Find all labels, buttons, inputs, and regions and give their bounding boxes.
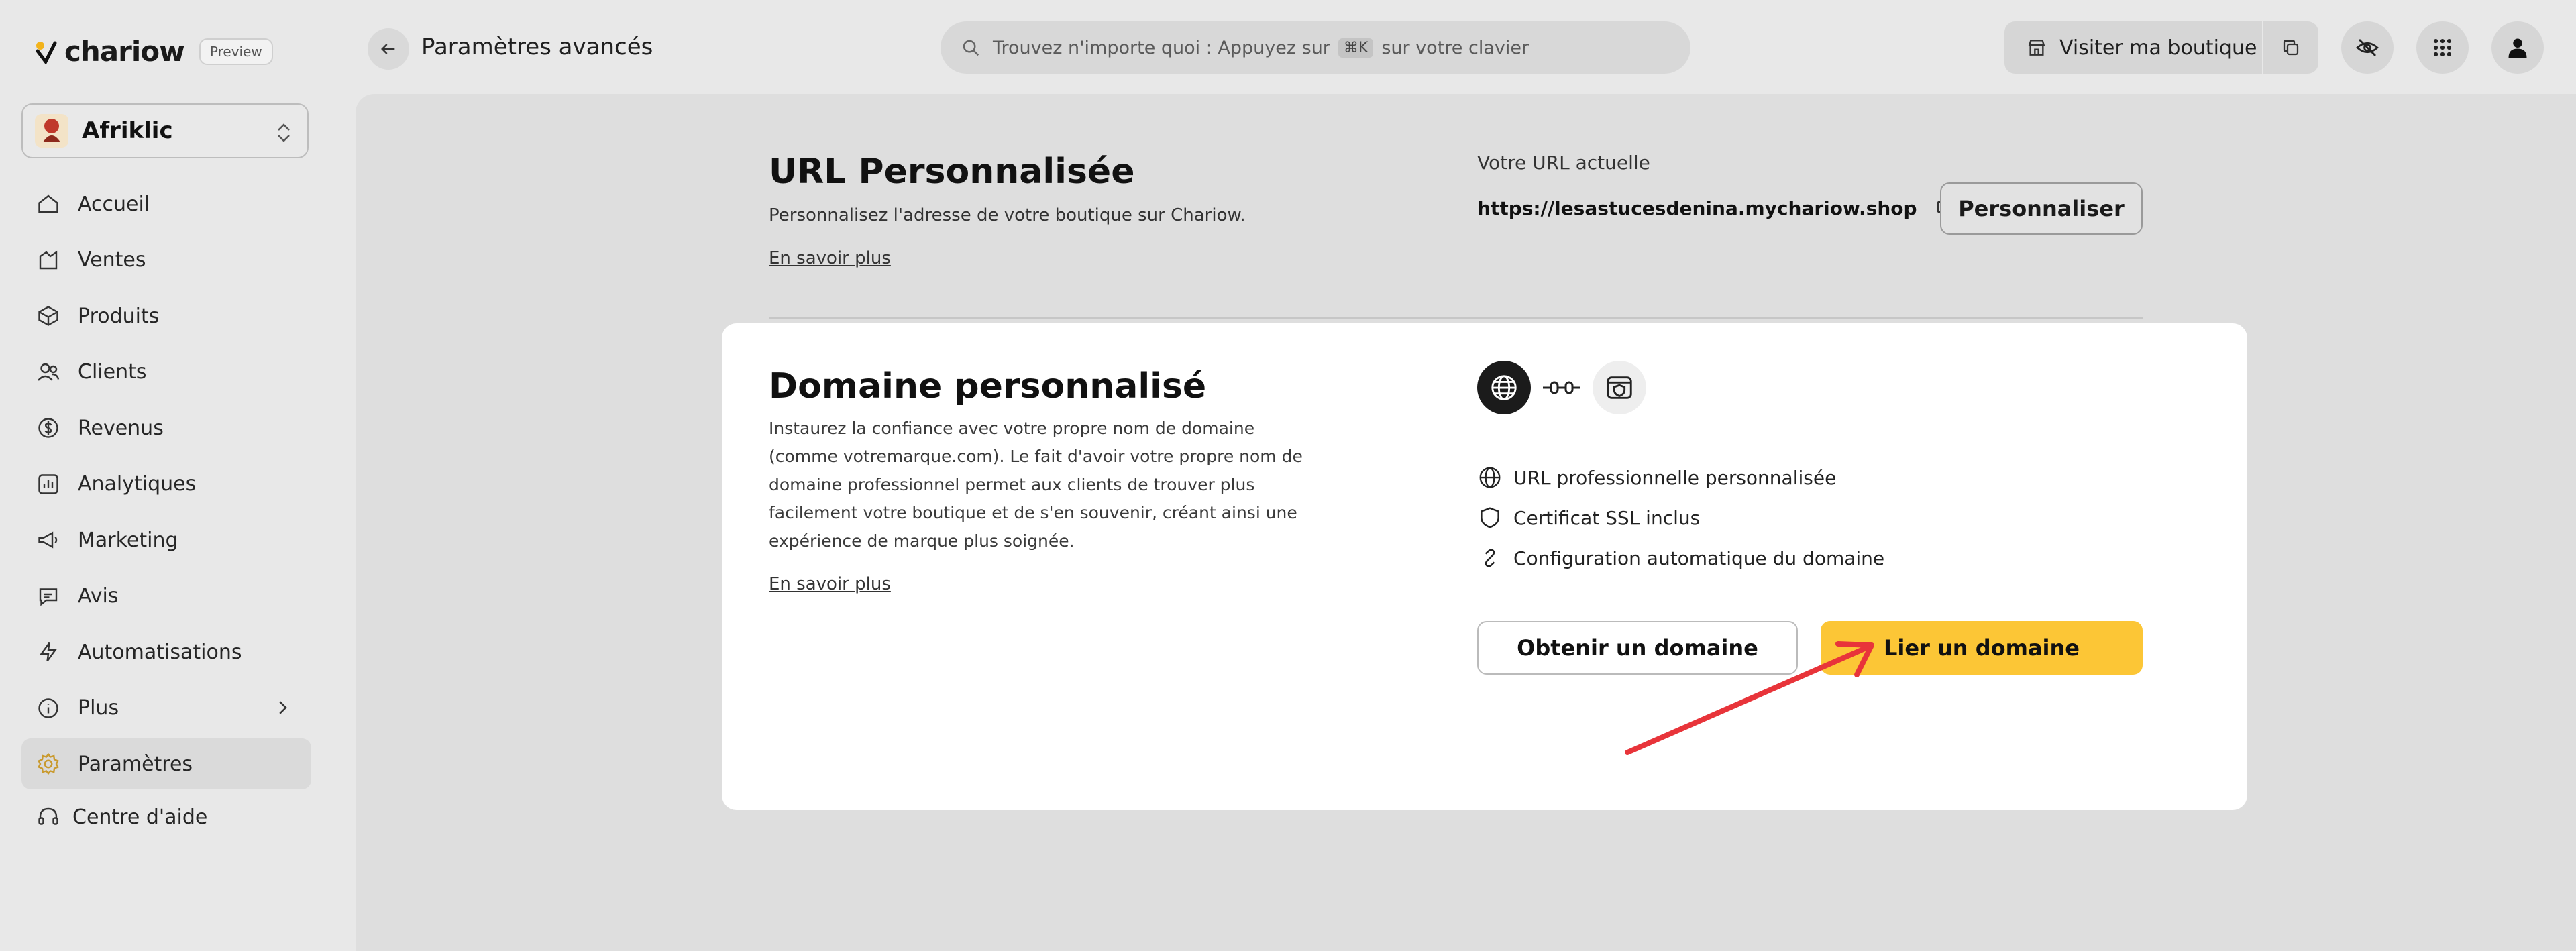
help-center-label: Centre d'aide — [72, 805, 208, 829]
link-icon — [1485, 549, 1495, 567]
current-url-value: https://lesastucesdenina.mychariow.shop — [1477, 197, 1917, 219]
connector — [1536, 361, 1587, 414]
users-icon — [38, 363, 60, 381]
chariow-logo-icon — [36, 41, 57, 65]
shield-icon — [1481, 507, 1499, 528]
eye-off-icon — [2355, 39, 2379, 56]
sidebar-item-label: Accueil — [78, 192, 150, 216]
arrow-left-icon — [381, 44, 395, 54]
user-icon — [2508, 38, 2527, 58]
chevron-right-icon — [279, 700, 287, 714]
search-placeholder-suffix: sur votre clavier — [1381, 37, 1529, 58]
apps-menu-button[interactable] — [2416, 21, 2469, 74]
sidebar-item-plus[interactable]: Plus — [21, 683, 311, 734]
sidebar-item-avis[interactable]: Avis — [21, 571, 311, 622]
search-icon — [963, 40, 979, 56]
megaphone-icon — [38, 531, 58, 549]
storefront-icon — [2028, 40, 2045, 56]
copy-store-link-button[interactable] — [2263, 21, 2318, 74]
sidebar-item-label: Produits — [78, 304, 160, 328]
search-placeholder: Trouvez n'importe quoi : Appuyez sur — [993, 37, 1330, 58]
sidebar-item-label: Avis — [78, 584, 119, 608]
help-center-link[interactable]: Centre d'aide — [36, 805, 207, 829]
bolt-icon — [40, 642, 57, 662]
store-avatar — [35, 114, 68, 148]
browser-shield-icon — [1607, 376, 1632, 399]
sidebar-item-clients[interactable]: Clients — [21, 347, 311, 398]
feature-label: URL professionnelle personnalisée — [1513, 466, 1837, 489]
custom-domain-title: Domaine personnalisé — [769, 366, 1207, 406]
customize-url-button[interactable]: Personnaliser — [1940, 182, 2143, 235]
feature-item: Certificat SSL inclus — [1477, 498, 1884, 538]
feature-item: URL professionnelle personnalisée — [1477, 457, 1884, 498]
chart-icon — [38, 473, 58, 494]
sidebar-item-produits[interactable]: Produits — [21, 290, 311, 341]
search-input[interactable]: Trouvez n'importe quoi : Appuyez sur ⌘K … — [941, 21, 1690, 74]
sidebar-item-label: Marketing — [78, 528, 178, 552]
sidebar-item-label: Revenus — [78, 416, 164, 440]
gear-icon — [38, 752, 59, 775]
dollar-icon — [38, 418, 58, 438]
custom-domain-description: Instaurez la confiance avec votre propre… — [769, 418, 1303, 551]
sidebar-item-automatisations[interactable]: Automatisations — [21, 626, 311, 677]
sidebar-item-label: Paramètres — [78, 752, 193, 776]
visit-store-button[interactable]: Visiter ma boutique — [2004, 21, 2262, 74]
sales-icon — [39, 250, 58, 269]
sidebar-item-label: Automatisations — [78, 640, 242, 664]
current-url-label: Votre URL actuelle — [1477, 152, 1650, 174]
grid-icon — [2433, 38, 2452, 57]
annotation-arrow — [1625, 641, 1874, 755]
sidebar-item-label: Analytiques — [78, 472, 197, 496]
sidebar-item-accueil[interactable]: Accueil — [21, 178, 311, 229]
sidebar-item-ventes[interactable]: Ventes — [21, 235, 311, 286]
sidebar-item-revenus[interactable]: Revenus — [21, 402, 311, 453]
globe-icon — [1479, 467, 1501, 488]
chevron-updown-icon — [278, 123, 290, 142]
sidebar-nav: Accueil Ventes Produits Clients Revenus … — [21, 178, 311, 795]
page-title: Paramètres avancés — [421, 34, 653, 60]
feature-label: Certificat SSL inclus — [1513, 506, 1701, 529]
feature-label: Configuration automatique du domaine — [1513, 547, 1885, 569]
toggle-visibility-button[interactable] — [2341, 21, 2394, 74]
sidebar-item-analytiques[interactable]: Analytiques — [21, 459, 311, 510]
sidebar-item-label: Clients — [78, 360, 147, 384]
store-selector[interactable]: Afriklic — [21, 103, 309, 158]
box-icon — [38, 306, 58, 326]
sidebar-item-label: Plus — [78, 696, 119, 720]
custom-url-description: Personnalisez l'adresse de votre boutiqu… — [769, 205, 1246, 225]
globe-badge — [1477, 361, 1531, 414]
sidebar-item-label: Ventes — [78, 248, 146, 272]
home-icon — [38, 194, 58, 213]
current-url-row: https://lesastucesdenina.mychariow.shop — [1477, 197, 1955, 219]
preview-badge: Preview — [199, 38, 273, 65]
shortcut-badge: ⌘K — [1338, 38, 1374, 58]
back-button[interactable] — [368, 28, 409, 70]
domain-features-list: URL professionnelle personnalisée Certif… — [1477, 457, 1884, 578]
custom-url-learn-more-link[interactable]: En savoir plus — [769, 248, 891, 268]
domain-illustration — [1477, 361, 1646, 414]
sidebar: chariow Preview Afriklic Accueil Ventes … — [0, 0, 356, 951]
sidebar-item-parametres[interactable]: Paramètres — [21, 738, 311, 789]
copy-icon — [2283, 40, 2299, 56]
globe-icon — [1491, 375, 1517, 400]
feature-item: Configuration automatique du domaine — [1477, 538, 1884, 578]
brand-name: chariow — [64, 35, 185, 68]
visit-store-label: Visiter ma boutique — [2059, 36, 2257, 60]
brand-logo[interactable]: chariow Preview — [35, 35, 273, 68]
user-menu-button[interactable] — [2491, 21, 2544, 74]
chat-icon — [39, 588, 58, 606]
info-icon — [38, 697, 58, 718]
section-divider — [769, 317, 2143, 319]
store-name: Afriklic — [82, 117, 173, 144]
custom-url-title: URL Personnalisée — [769, 152, 1135, 192]
custom-domain-learn-more-link[interactable]: En savoir plus — [769, 574, 891, 594]
custom-domain-card: Domaine personnalisé Instaurez la confia… — [722, 323, 2247, 810]
sidebar-item-marketing[interactable]: Marketing — [21, 514, 311, 565]
plug-connect-icon — [1543, 381, 1580, 394]
secure-browser-badge — [1593, 361, 1646, 414]
headset-icon — [38, 807, 58, 825]
